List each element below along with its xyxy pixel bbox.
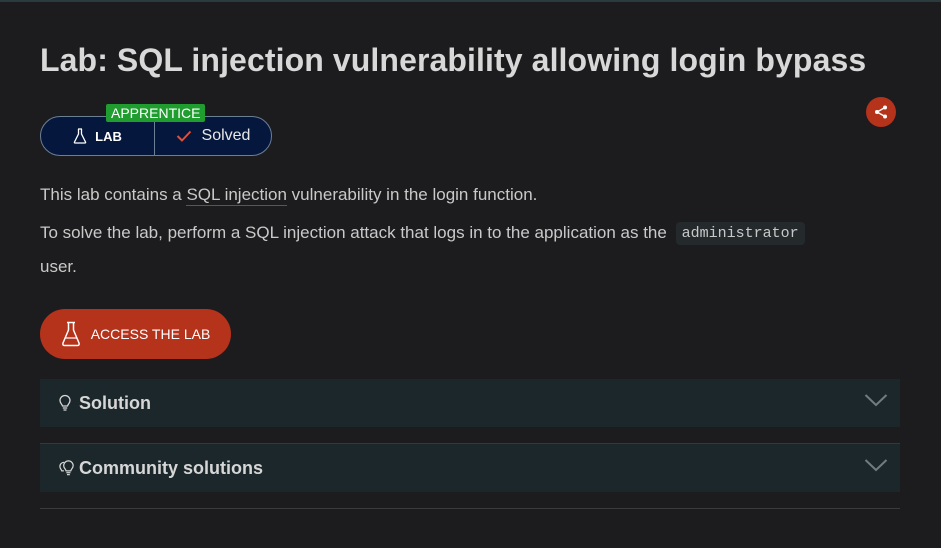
lightbulbs-icon [58, 458, 76, 478]
community-solutions-accordion[interactable]: Community solutions [40, 444, 900, 492]
lab-page: Lab: SQL injection vulnerability allowin… [0, 0, 941, 548]
access-lab-label: ACCESS THE LAB [90, 326, 211, 342]
chevron-down-icon [864, 459, 888, 472]
chevron-down-icon [864, 394, 888, 407]
description-text: user. [40, 257, 77, 276]
access-lab-button[interactable]: ACCESS THE LAB [40, 309, 231, 359]
description-line-1: This lab contains a SQL injection vulner… [40, 185, 538, 206]
description-text: To solve the lab, perform a SQL injectio… [40, 223, 672, 242]
lab-status-label: Solved [201, 127, 251, 144]
lab-type-section: LAB [41, 117, 155, 155]
lab-status-section: Solved [155, 117, 271, 155]
section-divider [40, 508, 900, 509]
level-badge: APPRENTICE [106, 104, 206, 122]
description-text: This lab contains a [40, 185, 187, 204]
sql-injection-link[interactable]: SQL injection [186, 185, 287, 206]
description-line-3: user. [40, 257, 77, 277]
lab-status-pill: LAB Solved [40, 116, 272, 156]
solution-label: Solution [79, 392, 151, 413]
page-title: Lab: SQL injection vulnerability allowin… [40, 42, 867, 78]
solution-accordion[interactable]: Solution [40, 379, 900, 427]
lightbulb-icon [58, 393, 76, 413]
administrator-code: administrator [675, 222, 805, 245]
check-icon [176, 130, 191, 142]
lab-type-label: LAB [95, 128, 122, 144]
share-icon [875, 105, 887, 119]
description-text: vulnerability in the login function. [286, 185, 538, 204]
flask-icon [61, 321, 80, 347]
flask-icon [73, 128, 87, 144]
description-line-2: To solve the lab, perform a SQL injectio… [40, 222, 805, 246]
community-solutions-label: Community solutions [79, 457, 263, 478]
share-button[interactable] [866, 97, 896, 127]
